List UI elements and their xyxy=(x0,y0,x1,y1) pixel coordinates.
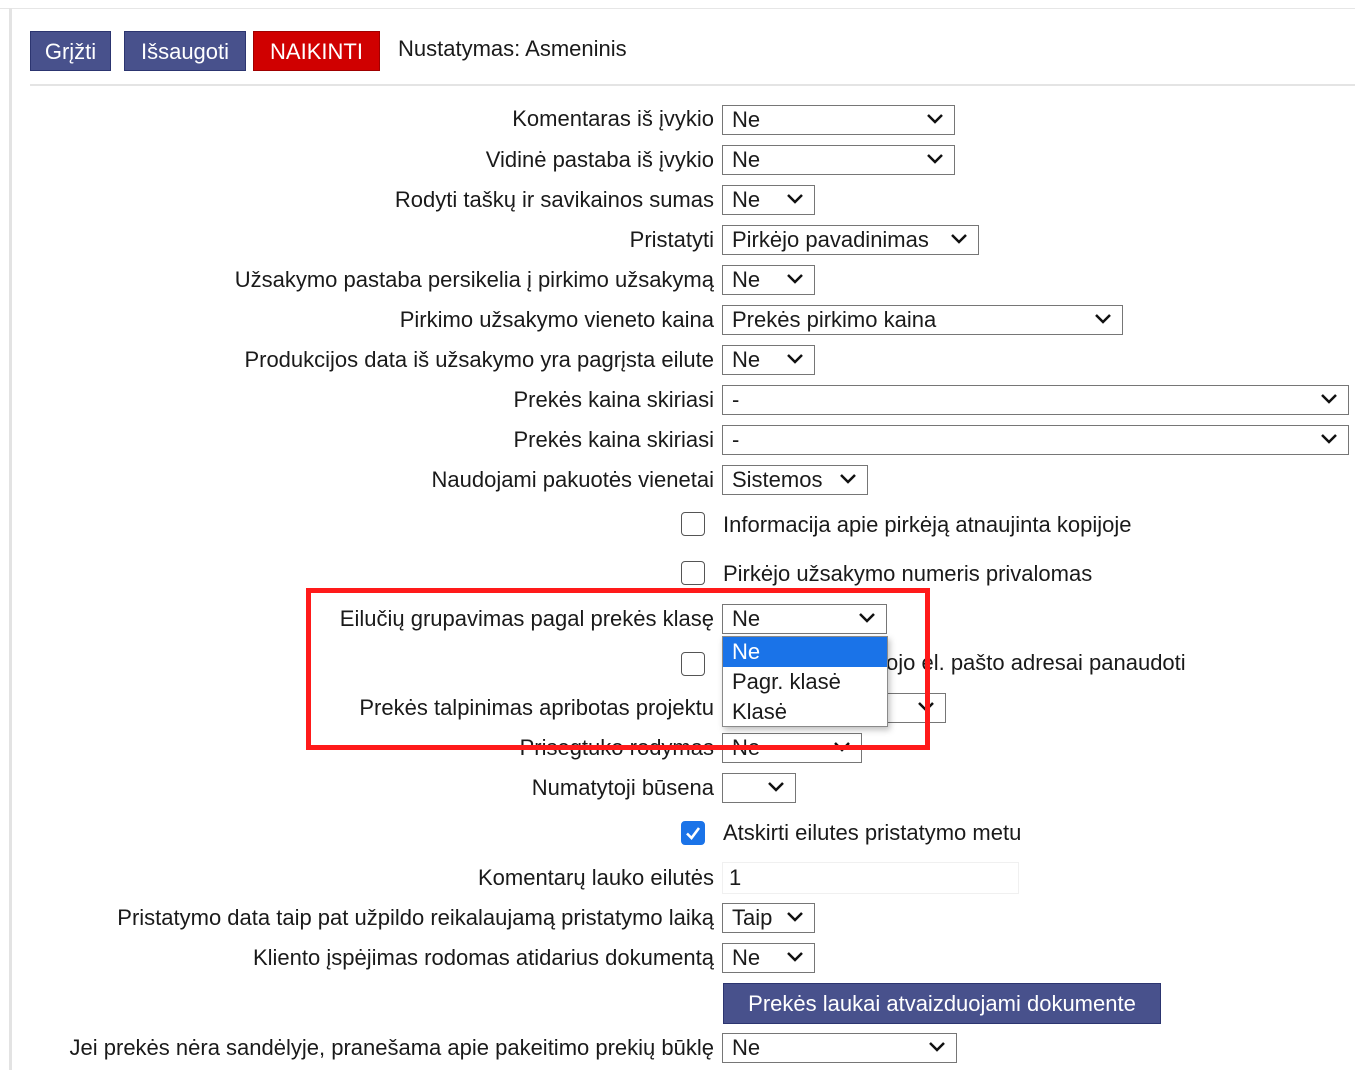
select-show-points-cost[interactable]: Ne xyxy=(722,185,815,215)
delete-button[interactable]: NAIKINTI xyxy=(253,31,380,71)
select-value: Ne xyxy=(732,945,761,970)
checkbox-label: Pirkėjo užsakymo numeris privalomas xyxy=(723,561,1093,586)
setting-label: Vidinė pastaba iš įvykio xyxy=(485,147,714,172)
setting-label: Rodyti taškų ir savikainos sumas xyxy=(394,187,714,212)
setting-label: Užsakymo pastaba persikelia į pirkimo už… xyxy=(234,267,714,292)
left-border xyxy=(9,8,12,1070)
select-value: Taip xyxy=(732,905,773,930)
select-default-status[interactable] xyxy=(722,773,796,803)
setting-label: Pristatymo data taip pat užpildo reikala… xyxy=(117,905,714,930)
select-value: Ne xyxy=(732,347,761,372)
checkbox-buyer-order-number-required[interactable] xyxy=(681,561,705,585)
setting-label: Jei prekės nėra sandėlyje, pranešama api… xyxy=(69,1035,714,1060)
select-value: Sistemos xyxy=(732,467,823,492)
setting-label: Prekės kaina skiriasi xyxy=(513,387,714,412)
setting-label: Pristatyti xyxy=(629,227,714,252)
chevron-down-icon xyxy=(768,782,784,792)
setting-label: Naudojami pakuotės vienetai xyxy=(431,467,714,492)
checkmark-icon xyxy=(686,827,701,840)
highlight-box xyxy=(306,588,930,750)
select-price-differs-1[interactable]: - xyxy=(722,385,1349,415)
checkbox-split-rows-on-delivery[interactable] xyxy=(681,821,705,845)
select-value: Ne xyxy=(732,187,761,212)
select-value: Pirkėjo pavadinimas xyxy=(732,227,929,252)
select-comment-from-event[interactable]: Ne xyxy=(722,105,955,135)
checkbox-label: ojo el. pašto adresai panaudoti xyxy=(886,650,1186,675)
select-value: Ne xyxy=(732,147,761,172)
checkbox-label: Atskirti eilutes pristatymo metu xyxy=(723,820,1022,845)
top-strip xyxy=(0,0,1355,9)
chevron-down-icon xyxy=(787,274,803,284)
select-production-date[interactable]: Ne xyxy=(722,345,815,375)
select-out-of-stock-notification[interactable]: Ne xyxy=(722,1033,957,1063)
comment-lines-input[interactable]: 1 xyxy=(722,862,1019,894)
select-value: - xyxy=(732,387,740,412)
checkbox-buyer-info-updated[interactable] xyxy=(681,512,705,536)
chevron-down-icon xyxy=(787,194,803,204)
select-client-warning[interactable]: Ne xyxy=(722,943,815,973)
chevron-down-icon xyxy=(787,952,803,962)
chevron-down-icon xyxy=(787,354,803,364)
setting-label: Numatytoji būsena xyxy=(531,775,714,800)
select-deliver[interactable]: Pirkėjo pavadinimas xyxy=(722,225,979,255)
save-button[interactable]: Išsaugoti xyxy=(124,31,246,71)
setting-label: Kliento įspėjimas rodomas atidarius doku… xyxy=(252,945,714,970)
select-value: Ne xyxy=(732,107,761,132)
select-price-differs-2[interactable]: - xyxy=(722,425,1349,455)
setting-label: Komentaras iš įvykio xyxy=(512,106,714,131)
select-value: Prekės pirkimo kaina xyxy=(732,307,937,332)
chevron-down-icon xyxy=(840,474,856,484)
select-delivery-date-fills-time[interactable]: Taip xyxy=(722,903,815,933)
select-value: - xyxy=(732,427,740,452)
chevron-down-icon xyxy=(1095,314,1111,324)
select-order-note-transfer[interactable]: Ne xyxy=(722,265,815,295)
select-value: Ne xyxy=(732,267,761,292)
setting-label: Komentarų lauko eilutės xyxy=(477,865,714,890)
chevron-down-icon xyxy=(927,154,943,164)
setting-title: Nustatymas: Asmeninis xyxy=(398,36,627,61)
chevron-down-icon xyxy=(1321,434,1337,444)
select-packaging-units[interactable]: Sistemos xyxy=(722,465,868,495)
item-fields-button[interactable]: Prekės laukai atvaizduojami dokumente xyxy=(723,983,1161,1024)
chevron-down-icon xyxy=(929,1042,945,1052)
select-value: Ne xyxy=(732,1035,761,1060)
checkbox-label: Informacija apie pirkėją atnaujinta kopi… xyxy=(723,512,1132,537)
setting-label: Produkcijos data iš užsakymo yra pagrįst… xyxy=(244,347,714,372)
back-button[interactable]: Grįžti xyxy=(30,31,111,71)
setting-label: Prekės kaina skiriasi xyxy=(513,427,714,452)
chevron-down-icon xyxy=(951,234,967,244)
select-purchase-unit-price[interactable]: Prekės pirkimo kaina xyxy=(722,305,1123,335)
chevron-down-icon xyxy=(787,912,803,922)
chevron-down-icon xyxy=(927,114,943,124)
setting-label: Pirkimo užsakymo vieneto kaina xyxy=(399,307,714,332)
chevron-down-icon xyxy=(1321,394,1337,404)
select-internal-note-from-event[interactable]: Ne xyxy=(722,145,955,175)
toolbar-divider xyxy=(30,84,1355,86)
